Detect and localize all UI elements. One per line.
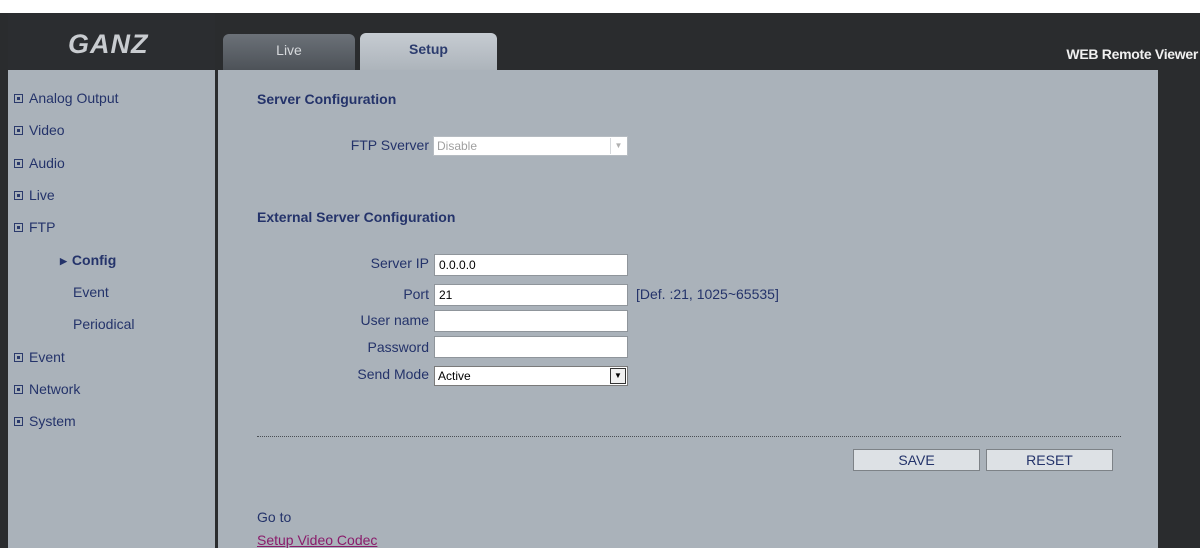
ftp-server-value: Disable <box>437 139 478 153</box>
sidebar-item-label: Audio <box>29 155 65 171</box>
sidebar-subitem-label: Config <box>71 252 117 268</box>
sidebar-item-label: Live <box>29 187 55 203</box>
ftp-server-label: FTP Sverver <box>350 137 429 153</box>
reset-button[interactable]: RESET <box>986 449 1113 471</box>
top-strip <box>0 0 1200 13</box>
logo-text: GANZ <box>68 29 149 59</box>
port-hint: [Def. :21, 1025~65535] <box>636 286 779 302</box>
sidebar-item-live[interactable]: Live <box>14 187 55 203</box>
tab-setup[interactable]: Setup <box>360 33 497 70</box>
tab-live[interactable]: Live <box>223 34 355 70</box>
send-mode-select[interactable]: Active ▼ <box>434 366 628 386</box>
expand-icon <box>14 417 23 426</box>
username-input[interactable] <box>434 310 628 332</box>
port-label: Port <box>403 286 429 302</box>
password-input[interactable] <box>434 336 628 358</box>
goto-label: Go to <box>257 509 292 525</box>
expand-icon <box>14 126 23 135</box>
save-button[interactable]: SAVE <box>853 449 980 471</box>
send-mode-value: Active <box>438 369 471 383</box>
expand-icon <box>14 385 23 394</box>
expand-icon <box>14 191 23 200</box>
sidebar-subitem-periodical[interactable]: Periodical <box>73 316 134 332</box>
sidebar-item-analog-output[interactable]: Analog Output <box>14 90 119 106</box>
app-title: WEB Remote Viewer <box>1066 46 1198 62</box>
server-ip-label: Server IP <box>370 255 429 271</box>
sidebar-item-system[interactable]: System <box>14 413 76 429</box>
setup-video-codec-link[interactable]: Setup Video Codec <box>257 532 377 548</box>
section-divider <box>257 436 1121 437</box>
expand-icon <box>14 353 23 362</box>
server-config-title: Server Configuration <box>257 91 397 107</box>
send-mode-label: Send Mode <box>357 366 429 382</box>
port-input[interactable]: 21 <box>434 284 628 306</box>
sidebar-item-label: Event <box>29 349 65 365</box>
logo: GANZ <box>8 13 215 70</box>
sidebar-item-network[interactable]: Network <box>14 381 80 397</box>
username-label: User name <box>360 312 429 328</box>
sidebar-item-label: Analog Output <box>29 90 119 106</box>
sidebar <box>8 70 215 548</box>
right-strip <box>1158 70 1200 548</box>
sidebar-item-label: Video <box>29 122 65 138</box>
sidebar-item-label: System <box>29 413 76 429</box>
chevron-down-icon: ▼ <box>610 368 626 384</box>
sidebar-item-ftp[interactable]: FTP <box>14 219 55 235</box>
expand-icon <box>14 94 23 103</box>
ftp-server-select[interactable]: Disable ▼ <box>433 136 628 156</box>
sidebar-item-audio[interactable]: Audio <box>14 155 65 171</box>
expand-icon <box>14 223 23 232</box>
server-ip-input[interactable]: 0.0.0.0 <box>434 254 628 276</box>
sidebar-subitem-config[interactable]: ▶ Config <box>60 252 116 268</box>
sidebar-subitem-event[interactable]: Event <box>73 284 109 300</box>
chevron-down-icon: ▼ <box>610 138 626 154</box>
sidebar-item-event[interactable]: Event <box>14 349 65 365</box>
sidebar-item-video[interactable]: Video <box>14 122 65 138</box>
expand-icon <box>14 159 23 168</box>
triangle-right-icon: ▶ <box>60 256 67 266</box>
password-label: Password <box>367 339 429 355</box>
sidebar-item-label: Network <box>29 381 81 397</box>
sidebar-item-label: FTP <box>29 219 56 235</box>
tab-bar: Live Setup <box>218 13 1200 70</box>
external-config-title: External Server Configuration <box>257 209 456 225</box>
